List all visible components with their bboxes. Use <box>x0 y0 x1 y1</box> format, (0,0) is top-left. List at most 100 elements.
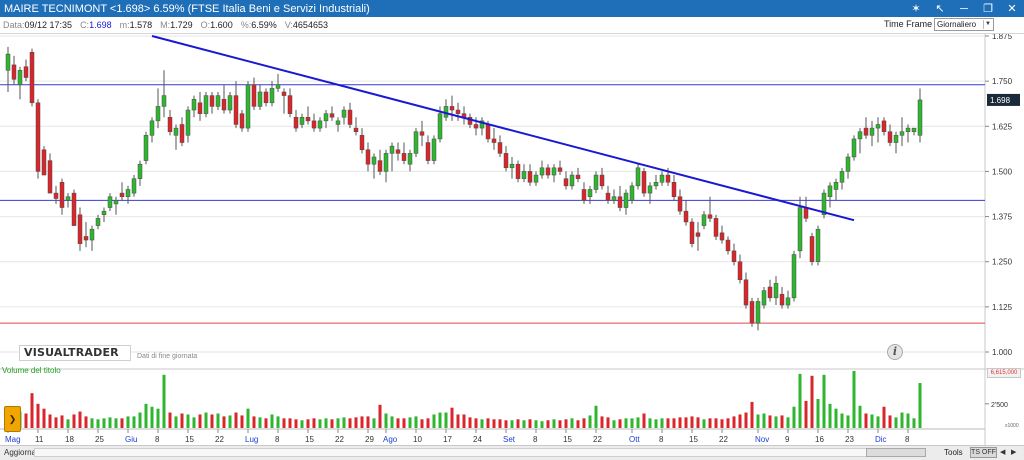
candle-body <box>719 232 725 241</box>
candle-body <box>95 218 101 226</box>
time-tick-label: Lug <box>245 435 258 444</box>
volume-bar <box>96 419 100 428</box>
volume-bar <box>816 399 820 428</box>
volume-bar <box>54 417 58 428</box>
candle-body <box>863 127 869 136</box>
candle-body <box>407 153 413 165</box>
volume-bar <box>228 415 232 428</box>
aggiorna-button[interactable]: Aggiorna <box>4 448 36 457</box>
volume-bar <box>750 401 754 428</box>
volume-bar <box>804 400 808 428</box>
scrollbar-thumb[interactable] <box>866 448 926 457</box>
volume-bar <box>522 420 526 428</box>
volume-bar <box>210 414 214 428</box>
volume-bar <box>192 417 196 428</box>
volume-bar <box>744 412 748 428</box>
close-icon[interactable]: ✕ <box>1000 0 1024 17</box>
time-tick-label: 22 <box>593 435 602 444</box>
candle-body <box>377 160 383 172</box>
volume-bar <box>258 417 262 428</box>
volume-unit-label: x1000 <box>1005 423 1019 429</box>
volume-bar <box>306 419 310 428</box>
volume-bar <box>738 414 742 428</box>
candle-body <box>773 283 779 299</box>
chart-scrollbar[interactable] <box>34 448 890 457</box>
price-tick-label: 1.125 <box>992 303 1013 312</box>
volume-bar <box>444 412 448 428</box>
volume-bar <box>864 413 868 428</box>
candle-body <box>5 53 11 71</box>
restore-icon[interactable]: ❐ <box>976 0 1000 17</box>
info-icon[interactable]: i <box>887 344 903 360</box>
volume-bar <box>660 418 664 428</box>
status-bar: Aggiorna Tools TS OFF ◀ ▶ <box>0 445 1024 460</box>
candle-body <box>173 127 179 136</box>
candle-body <box>761 290 767 306</box>
volume-bar <box>234 412 238 428</box>
candle-body <box>515 163 521 179</box>
volume-bar <box>906 413 910 428</box>
candle-body <box>299 117 305 125</box>
candle-body <box>713 218 719 237</box>
candle-body <box>425 142 431 161</box>
time-tick-label: 22 <box>719 435 728 444</box>
volume-bar <box>450 407 454 428</box>
pin-icon[interactable]: ✶ <box>904 0 928 17</box>
candle-body <box>431 138 437 161</box>
candle-body <box>275 84 281 89</box>
candle-body <box>563 178 569 187</box>
volume-bar <box>918 383 922 428</box>
change-pct-label: %: <box>240 20 252 30</box>
candle-body <box>839 171 845 183</box>
volume-bar <box>402 418 406 428</box>
candle-body <box>29 52 35 104</box>
candle-body <box>341 109 347 118</box>
candle-body <box>383 153 389 172</box>
candle-body <box>23 66 29 78</box>
volume-bar <box>540 421 544 428</box>
volume-bar <box>576 420 580 428</box>
time-axis-labels: Mag 11 18 25 Giu 8 15 22 Lug 8 15 22 29 Ago 10 17 24 Set 8… <box>5 429 910 444</box>
candle-body <box>797 207 803 252</box>
chevron-down-icon[interactable]: ▼ <box>983 20 992 29</box>
candle-body <box>581 189 587 201</box>
scroll-right-icon[interactable]: ▶ <box>1011 448 1016 456</box>
volume-bar <box>84 416 88 428</box>
volume-bar <box>528 419 532 428</box>
price-chart[interactable]: 1.875 1.750 1.625 1.500 1.375 1.250 1.125 1.000… <box>0 34 1024 445</box>
arrow-back-icon[interactable]: ↖ <box>928 0 952 17</box>
minimize-icon[interactable]: ─ <box>952 0 976 17</box>
candle-body <box>401 153 407 161</box>
candle-body <box>833 182 839 190</box>
candle-body <box>521 171 527 179</box>
expand-panel-icon[interactable]: ❯ <box>4 406 21 432</box>
candle-body <box>815 228 821 262</box>
scroll-left-icon[interactable]: ◀ <box>1000 448 1005 456</box>
ts-off-button[interactable]: TS OFF <box>970 447 997 458</box>
tools-button[interactable]: Tools <box>944 448 963 457</box>
candle-body <box>65 196 71 201</box>
volume-bar <box>222 416 226 428</box>
timeframe-select[interactable]: Giornaliero ▼ <box>934 18 994 31</box>
candle-body <box>593 174 599 190</box>
volume-bar <box>462 414 466 428</box>
volume-bar <box>66 419 70 428</box>
volume-label: V: <box>284 20 293 30</box>
candle-body <box>35 102 41 172</box>
candle-body <box>131 178 137 194</box>
candle-body <box>533 174 539 183</box>
volume-bar <box>390 416 394 428</box>
candle-body <box>905 127 911 132</box>
volume-bar <box>558 420 562 428</box>
volume-bar <box>498 419 502 428</box>
time-tick-label: Ott <box>629 435 640 444</box>
time-tick-label: 11 <box>35 435 44 444</box>
quote-info-bar: Data: 09/12 17:35 C: 1.698 m: 1.578 M: 1… <box>0 17 1024 34</box>
candle-body <box>803 207 809 219</box>
volume-bar <box>420 419 424 428</box>
volume-bar <box>288 418 292 428</box>
candle-body <box>371 156 377 165</box>
volume-bar <box>150 406 154 428</box>
time-tick-label: Nov <box>755 435 769 444</box>
volume-bar <box>156 408 160 428</box>
